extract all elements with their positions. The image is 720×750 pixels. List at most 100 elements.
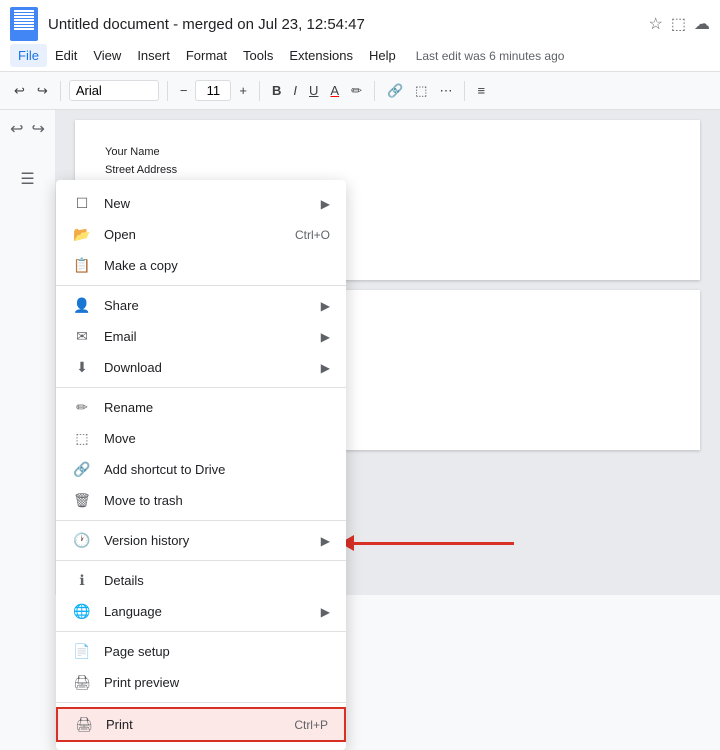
- document-title: Untitled document - merged on Jul 23, 12…: [48, 16, 649, 33]
- menu-item-page-setup[interactable]: 📄 Page setup: [56, 636, 346, 667]
- toolbar-separator-2: [167, 81, 168, 101]
- details-icon: ℹ: [72, 572, 92, 589]
- undo-button[interactable]: ↩: [10, 81, 29, 101]
- new-icon: ☐: [72, 195, 92, 212]
- star-icon[interactable]: ☆: [649, 14, 663, 34]
- title-icons: ☆ ⬚ ☁: [649, 14, 710, 34]
- menu-item-print[interactable]: 🖨 Print Ctrl+P: [56, 707, 346, 742]
- download-icon: ⬇: [72, 359, 92, 376]
- menu-item-version-history[interactable]: 🕐 Version history ▶: [56, 525, 346, 556]
- email-arrow: ▶: [321, 330, 330, 344]
- title-bar: Untitled document - merged on Jul 23, 12…: [0, 0, 720, 40]
- download-arrow: ▶: [321, 361, 330, 375]
- menu-format[interactable]: Format: [178, 44, 235, 67]
- version-history-icon: 🕐: [72, 532, 92, 549]
- open-label: Open: [104, 227, 295, 242]
- download-label: Download: [104, 360, 321, 375]
- menu-bar: File Edit View Insert Format Tools Exten…: [0, 40, 720, 72]
- underline-button[interactable]: U: [305, 81, 322, 100]
- menu-item-language[interactable]: 🌐 Language ▶: [56, 596, 346, 627]
- toolbar-separator-4: [374, 81, 375, 101]
- main-area: ↩ ↪ ☰ Your Name Street Address City, Sta…: [0, 110, 720, 595]
- menu-group-1: ☐ New ▶ 📂 Open Ctrl+O 📋 Make a copy: [56, 184, 346, 286]
- menu-help[interactable]: Help: [361, 44, 404, 67]
- menu-item-details[interactable]: ℹ Details: [56, 565, 346, 596]
- add-shortcut-icon: 🔗: [72, 461, 92, 478]
- menu-group-3: ✏ Rename ⬚ Move 🔗 Add shortcut to Drive …: [56, 388, 346, 521]
- rename-icon: ✏: [72, 399, 92, 416]
- text-color-button[interactable]: A: [326, 81, 343, 100]
- redo-button[interactable]: ↪: [33, 81, 52, 101]
- trash-icon: 🗑: [72, 492, 92, 509]
- menu-item-new[interactable]: ☐ New ▶: [56, 188, 346, 219]
- version-history-arrow: ▶: [321, 534, 330, 548]
- email-icon: ✉: [72, 328, 92, 345]
- menu-view[interactable]: View: [85, 44, 129, 67]
- link-button[interactable]: 🔗: [383, 81, 407, 101]
- print-preview-label: Print preview: [104, 675, 330, 690]
- menu-extensions[interactable]: Extensions: [281, 44, 361, 67]
- share-icon: 👤: [72, 297, 92, 314]
- rename-label: Rename: [104, 400, 330, 415]
- page-setup-label: Page setup: [104, 644, 330, 659]
- cloud-icon[interactable]: ☁: [694, 14, 710, 34]
- language-arrow: ▶: [321, 605, 330, 619]
- menu-item-move[interactable]: ⬚ Move: [56, 423, 346, 454]
- language-label: Language: [104, 604, 321, 619]
- align-button[interactable]: ≡: [473, 81, 489, 100]
- menu-item-move-trash[interactable]: 🗑 Move to trash: [56, 485, 346, 516]
- menu-item-print-preview[interactable]: 🖨 Print preview: [56, 667, 346, 698]
- image-button[interactable]: ⬚: [411, 81, 431, 101]
- menu-file[interactable]: File: [10, 44, 47, 67]
- menu-group-2: 👤 Share ▶ ✉ Email ▶ ⬇ Download ▶: [56, 286, 346, 388]
- new-arrow: ▶: [321, 197, 330, 211]
- red-arrow: [340, 535, 514, 551]
- menu-group-6: 📄 Page setup 🖨 Print preview: [56, 632, 346, 703]
- font-size-plus-button[interactable]: +: [235, 81, 251, 100]
- share-arrow: ▶: [321, 299, 330, 313]
- menu-item-rename[interactable]: ✏ Rename: [56, 392, 346, 423]
- make-copy-icon: 📋: [72, 257, 92, 274]
- more-options-button[interactable]: ⋯: [435, 81, 456, 101]
- dropdown-overlay[interactable]: ☐ New ▶ 📂 Open Ctrl+O 📋 Make a copy 👤: [0, 110, 720, 595]
- menu-edit[interactable]: Edit: [47, 44, 85, 67]
- menu-item-open[interactable]: 📂 Open Ctrl+O: [56, 219, 346, 250]
- menu-item-add-shortcut[interactable]: 🔗 Add shortcut to Drive: [56, 454, 346, 485]
- menu-group-4: 🕐 Version history ▶: [56, 521, 346, 561]
- menu-item-email[interactable]: ✉ Email ▶: [56, 321, 346, 352]
- toolbar-separator-3: [259, 81, 260, 101]
- menu-tools[interactable]: Tools: [235, 44, 281, 67]
- new-label: New: [104, 196, 321, 211]
- print-label: Print: [106, 717, 294, 732]
- menu-item-download[interactable]: ⬇ Download ▶: [56, 352, 346, 383]
- font-size-minus-button[interactable]: −: [176, 81, 192, 100]
- print-shortcut: Ctrl+P: [294, 718, 328, 732]
- email-label: Email: [104, 329, 321, 344]
- folder-icon[interactable]: ⬚: [671, 14, 686, 34]
- move-trash-label: Move to trash: [104, 493, 330, 508]
- menu-insert[interactable]: Insert: [129, 44, 178, 67]
- print-icon: 🖨: [74, 716, 94, 733]
- italic-button[interactable]: I: [289, 81, 301, 100]
- open-icon: 📂: [72, 226, 92, 243]
- toolbar: ↩ ↪ Arial − 11 + B I U A ✏ 🔗 ⬚ ⋯ ≡: [0, 72, 720, 110]
- print-preview-icon: 🖨: [72, 674, 92, 691]
- file-menu-dropdown: ☐ New ▶ 📂 Open Ctrl+O 📋 Make a copy 👤: [56, 180, 346, 750]
- bold-button[interactable]: B: [268, 81, 285, 100]
- open-shortcut: Ctrl+O: [295, 228, 330, 242]
- details-label: Details: [104, 573, 330, 588]
- menu-item-share[interactable]: 👤 Share ▶: [56, 290, 346, 321]
- menu-item-make-copy[interactable]: 📋 Make a copy: [56, 250, 346, 281]
- font-name-selector[interactable]: Arial: [69, 80, 159, 101]
- share-label: Share: [104, 298, 321, 313]
- add-shortcut-label: Add shortcut to Drive: [104, 462, 330, 477]
- highlight-button[interactable]: ✏: [347, 81, 366, 101]
- last-edit-text: Last edit was 6 minutes ago: [416, 49, 565, 63]
- move-icon: ⬚: [72, 430, 92, 447]
- font-size-input[interactable]: 11: [195, 80, 231, 101]
- menu-group-5: ℹ Details 🌐 Language ▶: [56, 561, 346, 632]
- menu-group-7: 🖨 Print Ctrl+P: [56, 703, 346, 746]
- toolbar-separator-5: [464, 81, 465, 101]
- language-icon: 🌐: [72, 603, 92, 620]
- make-copy-label: Make a copy: [104, 258, 330, 273]
